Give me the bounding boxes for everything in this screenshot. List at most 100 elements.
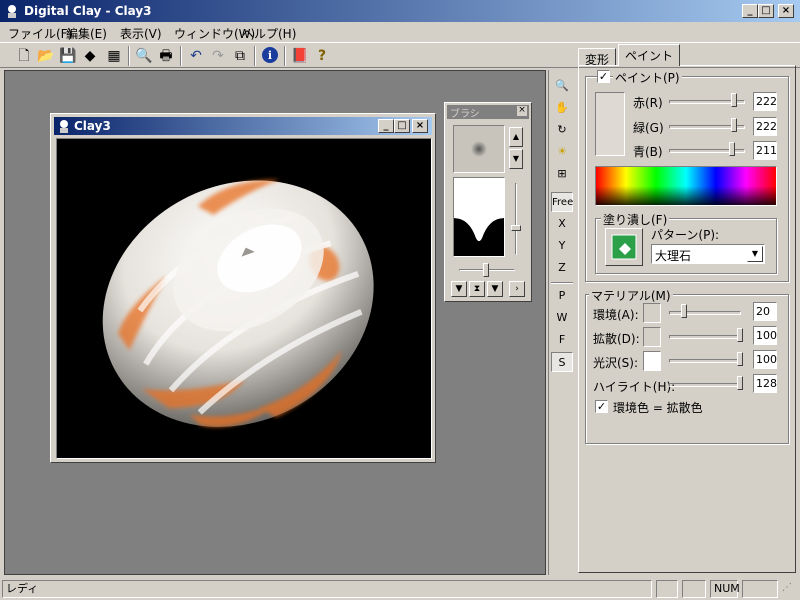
y-axis-button[interactable]: Y <box>551 236 573 256</box>
pan-hand-icon[interactable]: ✋ <box>551 98 573 118</box>
diffuse-value-field[interactable]: 100 <box>753 326 777 345</box>
book-icon[interactable]: 📕 <box>290 46 310 66</box>
rotate-icon[interactable]: ↻ <box>551 120 573 140</box>
paint-checkbox-label: ペイント(P) <box>613 69 682 86</box>
brush-flatten-button[interactable]: ⧗ <box>469 281 485 297</box>
highlight-value-field[interactable]: 128 <box>753 374 777 393</box>
save-icon[interactable]: 💾 <box>58 46 78 66</box>
tab-deform[interactable]: 変形 <box>578 48 617 67</box>
pattern-select-value: 大理石 <box>655 249 692 263</box>
pattern-select[interactable]: 大理石 ▼ <box>651 244 765 264</box>
flat-mode-button[interactable]: F <box>551 330 573 350</box>
help-icon[interactable]: ? <box>312 46 332 66</box>
pattern-label: パターン(P): <box>651 228 720 242</box>
green-label: 緑(G) <box>633 121 664 135</box>
toolbar-separator <box>180 46 182 66</box>
red-slider-thumb[interactable] <box>731 93 737 107</box>
ambient-label: 環境(A): <box>593 308 639 322</box>
clay-doc-icon <box>60 120 68 133</box>
brush-hardness-slider-thumb[interactable] <box>483 263 489 277</box>
resize-grip[interactable]: ⋰ <box>782 582 798 598</box>
fit-view-icon[interactable]: ⊞ <box>551 164 573 184</box>
free-axis-button[interactable]: Free <box>551 192 573 212</box>
paint-tab-body: ✓ ペイント(P) 赤(R) 222 緑(G) 222 青(B) 211 塗り潰… <box>578 65 796 573</box>
copy-icon[interactable]: ⧉ <box>230 46 250 66</box>
gloss-slider-thumb[interactable] <box>737 352 743 366</box>
menu-view[interactable]: 表示(V) <box>120 25 162 42</box>
export-icon[interactable]: ◆ <box>80 46 100 66</box>
highlight-slider-thumb[interactable] <box>737 376 743 390</box>
new-icon[interactable]: 🗋 <box>14 46 34 66</box>
clay-maximize-button[interactable]: □ <box>394 119 410 133</box>
red-value-field[interactable]: 222 <box>753 92 777 111</box>
brush-size-up-button[interactable]: ▲ <box>509 127 523 147</box>
brush-panel-title: ブラシ <box>450 109 480 120</box>
toolbar-separator <box>254 46 256 66</box>
tab-paint[interactable]: ペイント <box>618 44 681 66</box>
blue-slider-thumb[interactable] <box>729 142 735 156</box>
clay-app-icon <box>8 5 16 18</box>
ambient-slider-thumb[interactable] <box>681 304 687 318</box>
fill-bucket-button[interactable] <box>605 228 643 266</box>
brush-depth-slider-thumb[interactable] <box>511 225 521 231</box>
clay-model[interactable] <box>57 139 432 459</box>
undo-icon[interactable]: ↶ <box>186 46 206 66</box>
highlight-label: ハイライト(H): <box>593 380 676 394</box>
ambient-value-field[interactable]: 20 <box>753 302 777 321</box>
brush-size-down-button[interactable]: ▼ <box>509 149 523 169</box>
print-icon[interactable]: 🖶 <box>156 46 176 66</box>
brush-panel: ブラシ × ▲ ▼ ▼ ⧗ ▼ › <box>444 102 532 302</box>
info-icon[interactable]: i <box>260 46 280 66</box>
clay-close-button[interactable]: × <box>412 119 428 133</box>
close-button[interactable]: × <box>778 4 794 18</box>
clay-minimize-button[interactable]: _ <box>378 119 394 133</box>
ambient-equals-diffuse-checkbox[interactable]: ✓ <box>595 400 608 413</box>
minimize-button[interactable]: _ <box>742 4 758 18</box>
brush-more-button[interactable]: › <box>509 281 525 297</box>
paint-checkbox[interactable]: ✓ <box>597 70 610 83</box>
ambient-equals-diffuse-label: 環境色 = 拡散色 <box>613 401 703 415</box>
menu-help[interactable]: ヘルプ(H) <box>242 25 296 42</box>
print-preview-icon[interactable]: 🔍 <box>134 46 154 66</box>
smooth-mode-button[interactable]: S <box>551 352 573 372</box>
wire-mode-button[interactable]: W <box>551 308 573 328</box>
gloss-label: 光沢(S): <box>593 356 639 370</box>
brush-pull-button[interactable]: ▼ <box>487 281 503 297</box>
chevron-down-icon[interactable]: ▼ <box>747 246 763 262</box>
diffuse-label: 拡散(D): <box>593 332 640 346</box>
gloss-color-swatch[interactable] <box>643 351 661 371</box>
x-axis-button[interactable]: X <box>551 214 573 234</box>
status-scroll <box>742 580 778 598</box>
brush-push-button[interactable]: ▼ <box>451 281 467 297</box>
zoom-icon[interactable]: 🔍 <box>551 76 573 96</box>
app-title: Digital Clay - Clay3 <box>24 4 152 18</box>
brush-close-button[interactable]: × <box>517 106 527 116</box>
open-icon[interactable]: 📂 <box>36 46 56 66</box>
blue-value-field[interactable]: 211 <box>753 141 777 160</box>
diffuse-slider-thumb[interactable] <box>737 328 743 342</box>
brush-depth-slider-track <box>515 183 517 255</box>
green-slider-thumb[interactable] <box>731 118 737 132</box>
ambient-slider-track <box>669 311 741 315</box>
light-icon[interactable]: ☀ <box>551 142 573 162</box>
view-tools-bar: 🔍 ✋ ↻ ☀ ⊞ Free X Y Z P W F S <box>548 70 574 575</box>
status-text: レディ <box>2 580 652 598</box>
clay-3d-viewport[interactable] <box>56 138 432 459</box>
redo-icon[interactable]: ↷ <box>208 46 228 66</box>
green-value-field[interactable]: 222 <box>753 117 777 136</box>
z-axis-button[interactable]: Z <box>551 258 573 278</box>
menu-edit[interactable]: 編集(E) <box>66 25 107 42</box>
color-spectrum-picker[interactable] <box>595 166 777 206</box>
red-label: 赤(R) <box>633 96 663 110</box>
brush-profile-graph[interactable] <box>453 177 505 257</box>
maximize-button[interactable]: □ <box>758 4 774 18</box>
diffuse-color-swatch[interactable] <box>643 327 661 347</box>
highlight-slider-track <box>669 383 741 387</box>
image-icon[interactable]: ▦ <box>104 46 124 66</box>
menu-file[interactable]: ファイル(F) <box>8 25 72 42</box>
status-num: NUM <box>710 580 740 598</box>
ambient-color-swatch[interactable] <box>643 303 661 323</box>
gloss-value-field[interactable]: 100 <box>753 350 777 369</box>
menu-bar: ファイル(F) 編集(E) 表示(V) ウィンドウ(W) ヘルプ(H) <box>0 22 800 42</box>
point-mode-button[interactable]: P <box>551 286 573 306</box>
